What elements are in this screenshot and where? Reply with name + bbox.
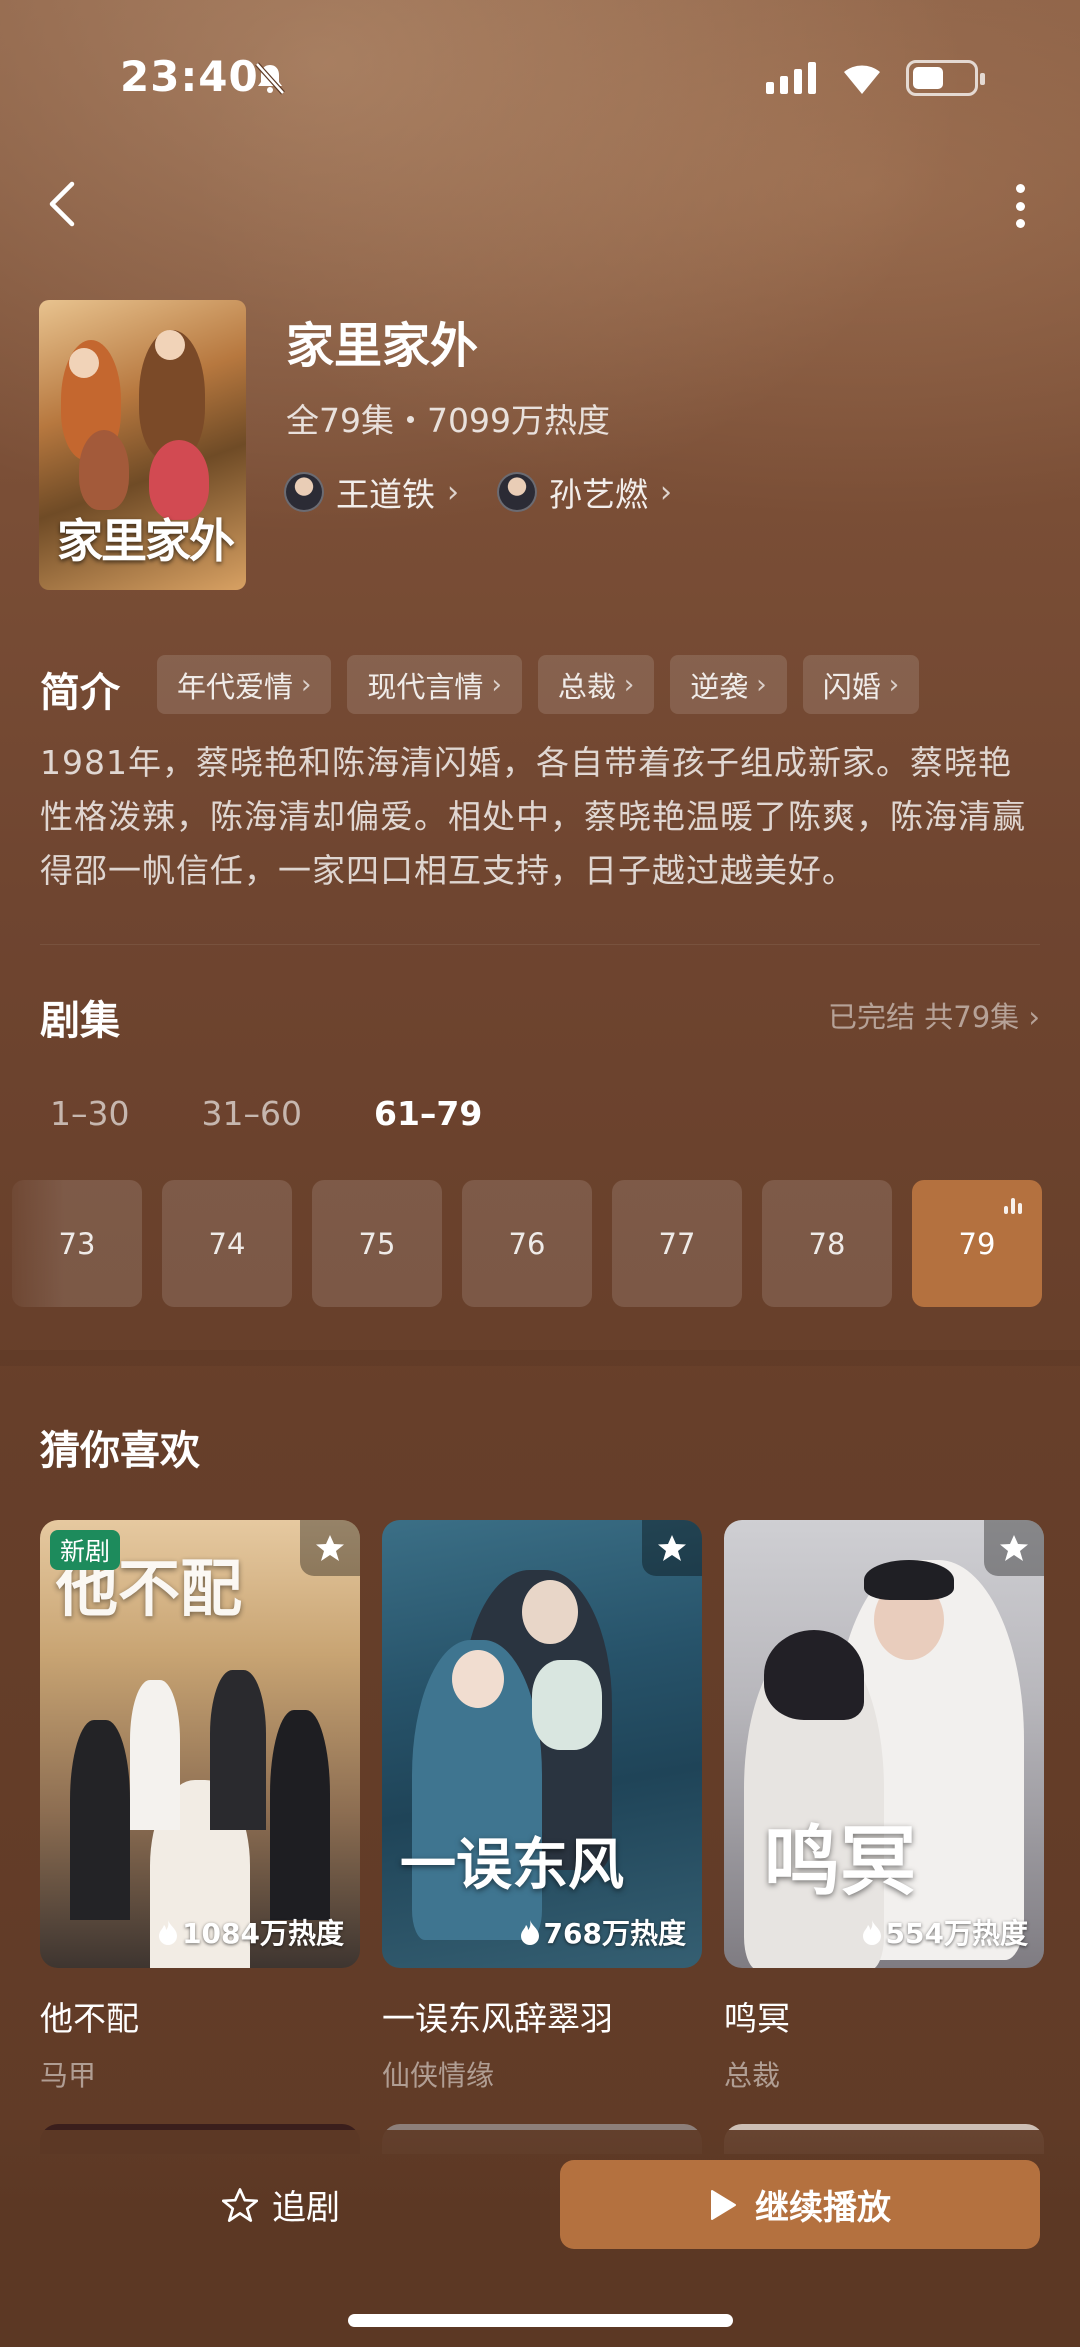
wifi-icon — [844, 65, 880, 94]
chevron-right-icon: › — [1028, 1000, 1040, 1034]
recommend-list: 他不配 新剧 1084万热度 他不配 马甲 一误东风 768万热度 一误东风辞翠… — [40, 1520, 1044, 2094]
show-meta: 全79集・7099万热度 — [286, 401, 610, 440]
chevron-right-icon: › — [888, 669, 900, 700]
heat-value: 768万热度 — [543, 1917, 686, 1950]
synopsis-label: 简介 — [40, 670, 120, 716]
back-icon[interactable] — [40, 176, 88, 232]
chevron-right-icon: › — [660, 474, 672, 510]
card-title: 一误东风辞翠羽 — [382, 1999, 613, 2038]
star-icon[interactable] — [300, 1520, 360, 1576]
tag-label: 现代言情 — [367, 669, 484, 704]
status-time: 23:40 — [120, 52, 259, 101]
battery-icon — [906, 60, 985, 96]
card-genre: 马甲 — [40, 2059, 97, 2092]
card-genre: 仙侠情缘 — [382, 2059, 495, 2092]
actor-name: 孙艺燃 — [549, 475, 648, 514]
card-thumbnail[interactable]: 一误东风 768万热度 — [382, 1520, 702, 1968]
signal-icon — [766, 62, 816, 94]
follow-label: 追剧 — [272, 2188, 340, 2228]
recommend-card[interactable]: 鸣冥 554万热度 鸣冥 总裁 — [724, 1520, 1044, 2094]
card-title: 他不配 — [40, 1999, 139, 2038]
bell-muted-icon — [255, 62, 285, 95]
tag-label: 闪婚 — [822, 669, 881, 704]
new-badge: 新剧 — [50, 1530, 121, 1570]
show-poster[interactable]: 家里家外 — [39, 300, 246, 590]
heat-value: 554万热度 — [885, 1917, 1028, 1950]
home-indicator[interactable] — [348, 2314, 733, 2327]
thumbnail-title-art: 鸣冥 — [764, 1817, 916, 1906]
episode-button[interactable]: 73 — [12, 1180, 142, 1307]
avatar — [284, 472, 324, 512]
detail-page: 23:40 家里家外 家里家外 全79集・7099万热度 王道铁 › 孙艺燃 ›… — [0, 0, 1080, 2347]
episode-list: 73 74 75 76 77 78 79 — [12, 1180, 1042, 1307]
flame-icon — [520, 1920, 539, 1945]
divider — [40, 944, 1040, 945]
genre-tag[interactable]: 闪婚 › — [802, 655, 920, 714]
avatar — [497, 472, 537, 512]
continue-play-button[interactable]: 继续播放 — [560, 2160, 1040, 2249]
star-icon[interactable] — [642, 1520, 702, 1576]
actor-link[interactable]: 王道铁 › — [284, 468, 459, 516]
genre-tag[interactable]: 现代言情 › — [347, 655, 522, 714]
genre-tag[interactable]: 总裁 › — [537, 655, 655, 714]
genre-tag[interactable]: 逆袭 › — [670, 655, 787, 714]
range-tab[interactable]: 31–60 — [202, 1094, 302, 1133]
genre-tags: 年代爱情 › 现代言情 › 总裁 › 逆袭 › 闪婚 › — [157, 655, 920, 714]
thumbnail-title-art: 一误东风 — [400, 1832, 624, 1898]
range-tab-active[interactable]: 61–79 — [374, 1094, 482, 1133]
more-icon[interactable] — [1000, 178, 1040, 234]
synopsis-text: 1981年，蔡晓艳和陈海清闪婚，各自带着孩子组成新家。蔡晓艳性格泼辣，陈海清却偏… — [40, 743, 1026, 890]
flame-icon — [862, 1920, 881, 1945]
episode-button[interactable]: 76 — [462, 1180, 592, 1307]
poster-title: 家里家外 — [57, 514, 235, 568]
actor-name: 王道铁 — [336, 475, 435, 514]
episode-button-current[interactable]: 79 — [912, 1180, 1042, 1307]
card-genre: 总裁 — [724, 2059, 781, 2092]
recommend-card[interactable]: 一误东风 768万热度 一误东风辞翠羽 仙侠情缘 — [382, 1520, 702, 2094]
episode-number: 79 — [958, 1226, 996, 1261]
tag-label: 逆袭 — [690, 669, 749, 704]
section-divider — [0, 1350, 1080, 1366]
heat-label: 768万热度 — [520, 1912, 686, 1952]
play-icon — [711, 2189, 736, 2220]
heat-label: 1084万热度 — [158, 1912, 344, 1952]
genre-tag[interactable]: 年代爱情 › — [157, 655, 332, 714]
tag-label: 总裁 — [557, 669, 616, 704]
follow-button[interactable]: 追剧 — [222, 2180, 340, 2229]
chevron-right-icon: › — [447, 474, 459, 510]
chevron-right-icon: › — [491, 669, 502, 700]
episodes-status-label: 已完结 共79集 — [828, 1000, 1020, 1034]
playing-bars-icon — [1004, 1196, 1026, 1214]
tag-label: 年代爱情 — [177, 669, 294, 704]
star-outline-icon — [222, 2187, 258, 2222]
heat-value: 1084万热度 — [182, 1917, 344, 1950]
chevron-right-icon: › — [756, 669, 767, 700]
card-thumbnail[interactable]: 鸣冥 554万热度 — [724, 1520, 1044, 1968]
recommend-card[interactable]: 他不配 新剧 1084万热度 他不配 马甲 — [40, 1520, 360, 2094]
status-bar: 23:40 — [0, 0, 1080, 150]
show-title: 家里家外 — [286, 318, 479, 374]
play-label: 继续播放 — [755, 2188, 891, 2228]
episode-button[interactable]: 74 — [162, 1180, 292, 1307]
card-title: 鸣冥 — [724, 1999, 790, 2038]
episode-button[interactable]: 75 — [312, 1180, 442, 1307]
range-tab[interactable]: 1–30 — [50, 1094, 130, 1133]
episodes-title: 剧集 — [40, 998, 120, 1044]
episodes-status[interactable]: 已完结 共79集 › — [828, 994, 1040, 1036]
heat-label: 554万热度 — [862, 1912, 1028, 1952]
chevron-right-icon: › — [623, 669, 635, 700]
episode-button[interactable]: 78 — [762, 1180, 892, 1307]
star-icon[interactable] — [984, 1520, 1044, 1576]
chevron-right-icon: › — [301, 669, 312, 700]
recommend-title: 猜你喜欢 — [40, 1428, 200, 1474]
actor-link[interactable]: 孙艺燃 › — [497, 468, 672, 516]
episode-button[interactable]: 77 — [612, 1180, 742, 1307]
actor-list: 王道铁 › 孙艺燃 › — [284, 468, 672, 516]
episode-range-tabs: 1–30 31–60 61–79 — [50, 1094, 554, 1133]
flame-icon — [159, 1920, 178, 1945]
card-thumbnail[interactable]: 他不配 新剧 1084万热度 — [40, 1520, 360, 1968]
